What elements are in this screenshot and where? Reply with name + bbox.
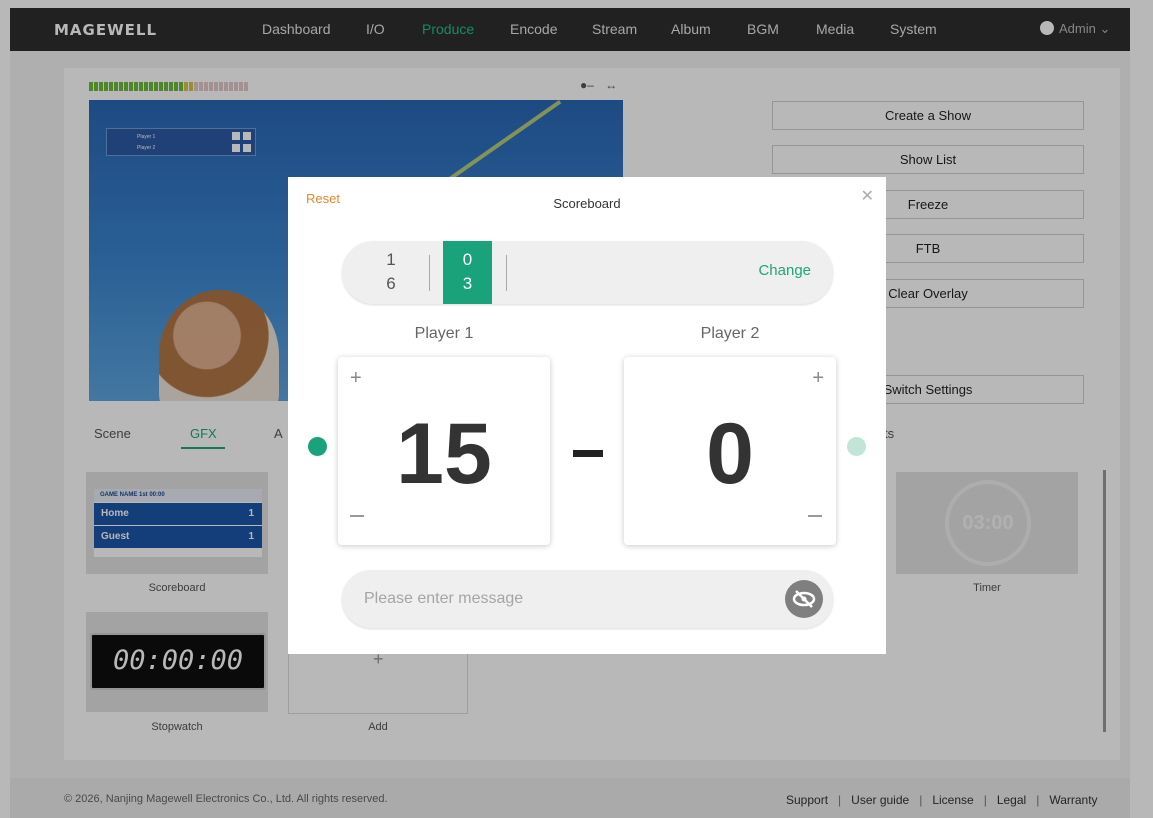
set-divider: [429, 255, 430, 291]
current-set-scores[interactable]: 0 3: [443, 241, 492, 304]
player1-score: 15: [396, 406, 492, 502]
close-icon[interactable]: ✕: [861, 186, 874, 206]
hide-message-eye-icon[interactable]: [785, 580, 823, 618]
current-set-player2: 3: [462, 274, 473, 293]
prev-set-player2: 6: [386, 274, 396, 293]
player2-decrement-icon[interactable]: [808, 515, 822, 517]
current-set-player1: 0: [462, 250, 473, 269]
previous-set-scores: 1 6: [379, 241, 403, 304]
player1-serve-ball-icon[interactable]: [308, 437, 327, 456]
change-button[interactable]: Change: [758, 262, 811, 279]
player2-serve-ball-icon[interactable]: [847, 437, 866, 456]
player2-score-card: + 0: [624, 357, 836, 545]
message-input[interactable]: [364, 587, 764, 611]
player2-score: 0: [706, 406, 754, 502]
player1-decrement-icon[interactable]: [350, 515, 364, 517]
scoreboard-dialog: Reset Scoreboard ✕ 1 6 0 3 Change Player…: [288, 177, 886, 654]
player1-name: Player 1: [414, 325, 474, 342]
message-field: [342, 570, 833, 628]
player1-increment-icon[interactable]: +: [350, 367, 362, 390]
prev-set-player1: 1: [386, 250, 396, 269]
score-separator: [573, 450, 603, 457]
dialog-title: Scoreboard: [553, 196, 621, 211]
player1-score-card: + 15: [338, 357, 550, 545]
set-score-bar: 1 6 0 3 Change: [342, 241, 833, 304]
set-divider: [506, 255, 507, 291]
player2-name: Player 2: [700, 325, 760, 342]
player2-increment-icon[interactable]: +: [812, 367, 824, 390]
